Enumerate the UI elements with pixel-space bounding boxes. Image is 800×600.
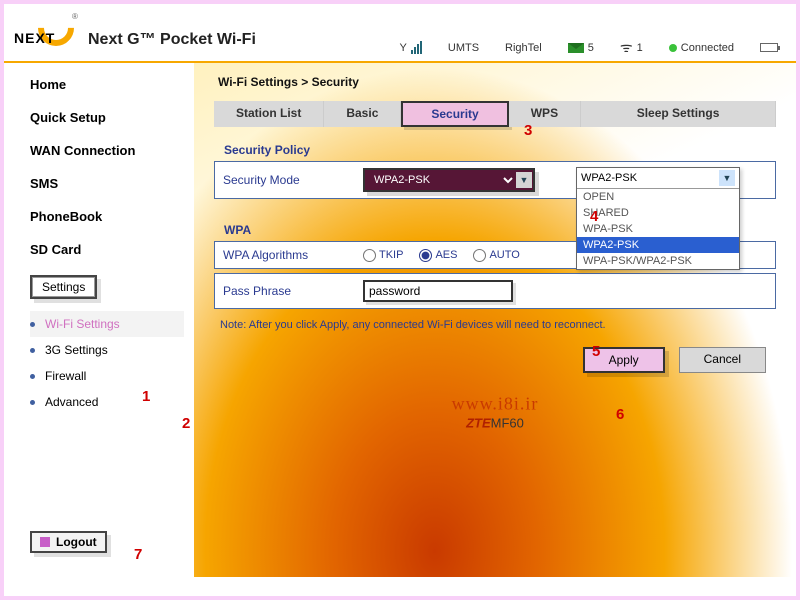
- signal-indicator: Y: [400, 41, 422, 54]
- apply-note: Note: After you click Apply, any connect…: [220, 319, 776, 331]
- brand-text: NEXT: [14, 30, 55, 46]
- sidebar: Home Quick Setup WAN Connection SMS Phon…: [4, 63, 194, 577]
- security-mode-select[interactable]: WPA2-PSK: [366, 171, 516, 189]
- label-passphrase: Pass Phrase: [223, 284, 363, 298]
- signal-bars-icon: [411, 41, 422, 54]
- button-row: Apply Cancel: [214, 347, 776, 373]
- radio-aes-input[interactable]: [419, 249, 432, 262]
- apply-button[interactable]: Apply: [583, 347, 665, 373]
- status-dot-icon: [669, 44, 677, 52]
- subnav-label: Advanced: [45, 395, 98, 409]
- dropdown-selected[interactable]: WPA2-PSK ▼: [577, 168, 739, 189]
- sidebar-item-sms[interactable]: SMS: [30, 176, 184, 191]
- radio-label: AES: [435, 249, 457, 261]
- radio-tkip[interactable]: TKIP: [363, 249, 403, 262]
- sidebar-item-wan-connection[interactable]: WAN Connection: [30, 143, 184, 158]
- connection-label: Connected: [681, 42, 734, 54]
- row-passphrase: Pass Phrase: [214, 273, 776, 309]
- watermark-model: ZTEMF60: [452, 414, 539, 432]
- antenna-icon: Y: [400, 42, 407, 54]
- watermark-url: www.i8i.ir: [452, 393, 539, 414]
- sidebar-item-quick-setup[interactable]: Quick Setup: [30, 110, 184, 125]
- passphrase-input[interactable]: [363, 280, 513, 302]
- chevron-down-icon: ▼: [719, 170, 735, 186]
- label-wpa-algorithms: WPA Algorithms: [223, 248, 363, 262]
- logo-area: NEXT ® Next G™ Pocket Wi-Fi: [14, 10, 256, 50]
- envelope-icon: [568, 43, 584, 53]
- subnav-label: Wi-Fi Settings: [45, 317, 120, 331]
- subnav-label: 3G Settings: [45, 343, 108, 357]
- body-area: Home Quick Setup WAN Connection SMS Phon…: [4, 63, 796, 577]
- wifi-tabs: Station List Basic Security WPS Sleep Se…: [214, 101, 776, 127]
- cancel-button[interactable]: Cancel: [679, 347, 766, 373]
- wifi-client-count: 1: [637, 42, 643, 54]
- header: NEXT ® Next G™ Pocket Wi-Fi Y UMTS RighT…: [4, 4, 796, 63]
- carrier-name: RighTel: [505, 42, 542, 54]
- section-security-policy: Security Policy: [224, 143, 776, 157]
- main-content: www.i8i.ir ZTEMF60 Wi-Fi Settings > Secu…: [194, 63, 796, 577]
- radio-label: AUTO: [489, 249, 519, 261]
- sidebar-item-sd-card[interactable]: SD Card: [30, 242, 184, 257]
- subnav-advanced[interactable]: Advanced: [30, 389, 184, 415]
- tab-sleep-settings[interactable]: Sleep Settings: [581, 101, 776, 127]
- tab-security[interactable]: Security: [401, 101, 508, 127]
- logout-label: Logout: [56, 535, 97, 549]
- registered-mark: ®: [72, 12, 78, 21]
- dropdown-option-wpa2-psk[interactable]: WPA2-PSK: [577, 237, 739, 253]
- app-panel: NEXT ® Next G™ Pocket Wi-Fi Y UMTS RighT…: [4, 4, 796, 596]
- brand-logo: NEXT ®: [14, 10, 74, 50]
- tab-station-list[interactable]: Station List: [214, 101, 324, 127]
- breadcrumb: Wi-Fi Settings > Security: [214, 71, 776, 101]
- network-type: UMTS: [448, 42, 479, 54]
- subnav-firewall[interactable]: Firewall: [30, 363, 184, 389]
- security-mode-select-wrap[interactable]: WPA2-PSK ▼: [363, 168, 535, 192]
- subnav-3g-settings[interactable]: 3G Settings: [30, 337, 184, 363]
- radio-auto-input[interactable]: [473, 249, 486, 262]
- battery-indicator: [760, 43, 778, 52]
- dropdown-option-open[interactable]: OPEN: [577, 189, 739, 205]
- tab-basic[interactable]: Basic: [324, 101, 401, 127]
- tab-wps[interactable]: WPS: [509, 101, 581, 127]
- watermark: www.i8i.ir ZTEMF60: [452, 393, 539, 432]
- watermark-brand: ZTE: [466, 415, 491, 430]
- sidebar-item-phonebook[interactable]: PhoneBook: [30, 209, 184, 224]
- dropdown-option-wpa-mix[interactable]: WPA-PSK/WPA2-PSK: [577, 253, 739, 269]
- dropdown-option-wpa-psk[interactable]: WPA-PSK: [577, 221, 739, 237]
- logout-icon: [40, 537, 50, 547]
- subnav-label: Firewall: [45, 369, 86, 383]
- radio-auto[interactable]: AUTO: [473, 249, 519, 262]
- logout-button[interactable]: Logout: [30, 531, 107, 553]
- label-security-mode: Security Mode: [223, 173, 363, 187]
- sms-count: 5: [588, 42, 594, 54]
- radio-label: TKIP: [379, 249, 403, 261]
- dropdown-selected-label: WPA2-PSK: [581, 172, 637, 184]
- connection-status: Connected: [669, 42, 734, 54]
- page-title: Next G™ Pocket Wi-Fi: [88, 30, 256, 49]
- dropdown-option-shared[interactable]: SHARED: [577, 205, 739, 221]
- status-bar: Y UMTS RighTel 5 ᯤ 1 Connected: [400, 38, 786, 57]
- chevron-down-icon: ▼: [516, 172, 532, 188]
- subnav-wifi-settings[interactable]: Wi-Fi Settings: [30, 311, 184, 337]
- battery-icon: [760, 43, 778, 52]
- wifi-clients-indicator: ᯤ 1: [620, 38, 643, 57]
- wifi-icon: ᯤ: [620, 38, 633, 57]
- radio-tkip-input[interactable]: [363, 249, 376, 262]
- sidebar-item-settings[interactable]: Settings: [30, 275, 97, 299]
- sidebar-item-home[interactable]: Home: [30, 77, 184, 92]
- sms-indicator[interactable]: 5: [568, 42, 594, 54]
- radio-aes[interactable]: AES: [419, 249, 457, 262]
- security-mode-dropdown-open[interactable]: WPA2-PSK ▼ OPEN SHARED WPA-PSK WPA2-PSK …: [576, 167, 740, 270]
- watermark-number: MF60: [491, 415, 524, 430]
- settings-subnav: Wi-Fi Settings 3G Settings Firewall Adva…: [30, 311, 184, 415]
